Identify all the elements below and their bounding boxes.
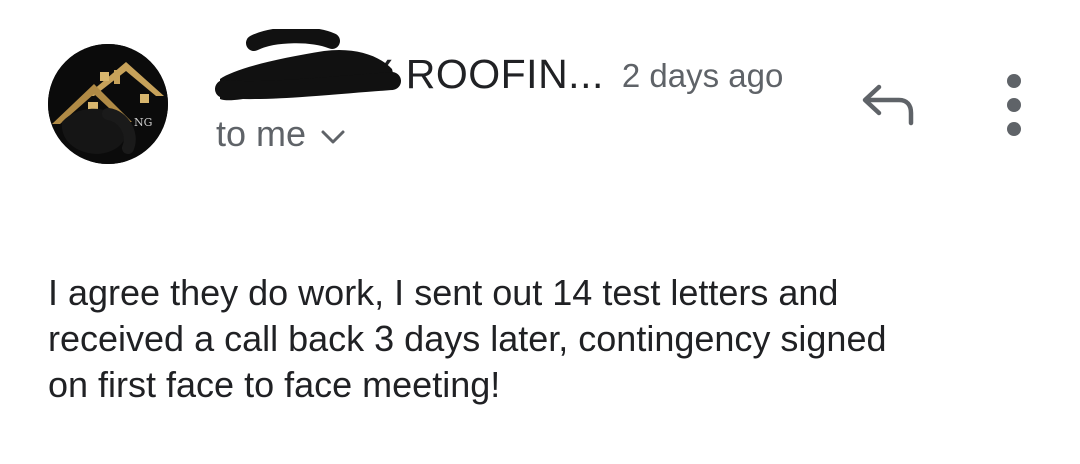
- reply-button[interactable]: [856, 76, 920, 132]
- sender-name[interactable]: X ROOFIN...: [215, 28, 604, 100]
- recipient-toggle[interactable]: to me: [216, 113, 346, 155]
- more-vertical-icon: [1007, 122, 1021, 136]
- message-line: on first face to face meeting!: [48, 364, 501, 405]
- redaction-scribble: [215, 28, 401, 100]
- message-line: I agree they do work, I sent out 14 test…: [48, 272, 839, 313]
- more-vertical-icon: [1007, 74, 1021, 88]
- email-timestamp: 2 days ago: [621, 57, 784, 94]
- roofing-house-logo-icon: NG: [48, 44, 168, 164]
- more-vertical-icon: [1007, 98, 1021, 112]
- message-line: received a call back 3 days later, conti…: [48, 318, 887, 359]
- sender-header: X ROOFIN... 2 days ago: [215, 28, 784, 104]
- sender-avatar[interactable]: NG: [48, 44, 168, 164]
- reply-arrow-icon: [862, 84, 914, 126]
- chevron-down-icon: [321, 130, 345, 144]
- avatar-logo-text: NG: [134, 116, 152, 129]
- more-options-button[interactable]: [994, 74, 1034, 136]
- message-body: I agree they do work, I sent out 14 test…: [48, 270, 1048, 408]
- recipient-label: to me: [216, 113, 307, 154]
